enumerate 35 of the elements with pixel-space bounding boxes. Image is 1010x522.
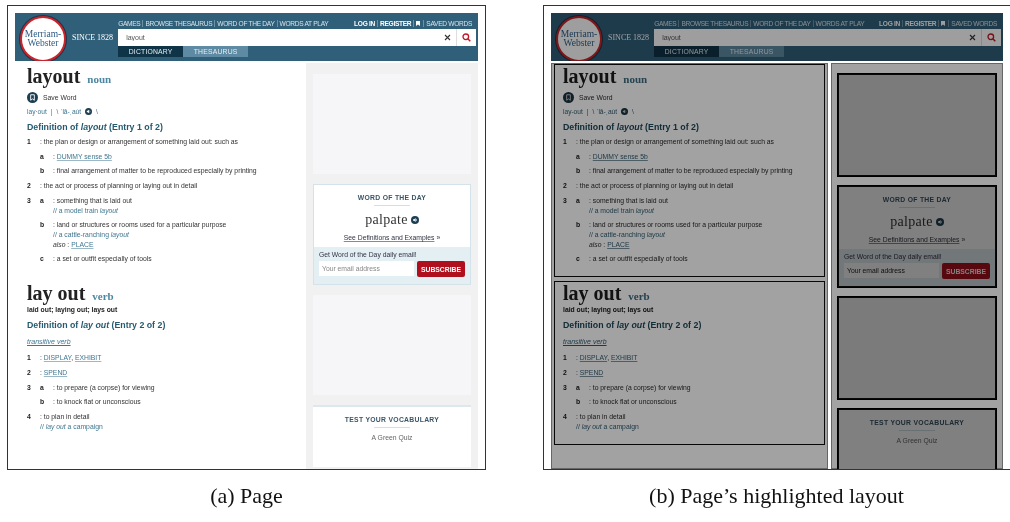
part-of-speech: noun: [87, 73, 112, 85]
definition-heading: Definition of layout (Entry 1 of 2): [27, 122, 164, 132]
speaker-icon[interactable]: [621, 108, 629, 115]
since-text: SINCE 1828: [608, 32, 650, 42]
featured-word: palpate: [365, 212, 408, 228]
definition-heading: Definition of lay out (Entry 2 of 2): [563, 320, 703, 330]
part-of-speech: verb: [628, 290, 650, 302]
clear-button[interactable]: [438, 29, 456, 46]
figure-caption: (b) Page’s highlighted layout: [649, 483, 904, 509]
speaker-icon[interactable]: [85, 108, 93, 115]
bookmark-icon[interactable]: [416, 20, 421, 26]
close-icon: [443, 34, 451, 41]
speaker-icon[interactable]: [410, 216, 419, 224]
headword: lay out: [27, 281, 86, 305]
headword: layout: [563, 64, 617, 88]
close-icon: [968, 34, 976, 41]
search-button[interactable]: [456, 29, 476, 46]
part-of-speech: verb: [92, 290, 114, 302]
bookmark-icon[interactable]: [27, 92, 38, 103]
definition-heading: Definition of lay out (Entry 2 of 2): [27, 320, 167, 330]
bookmark-icon[interactable]: [563, 92, 574, 103]
headword: lay out: [563, 281, 622, 305]
definition-heading: Definition of layout (Entry 1 of 2): [563, 122, 700, 132]
logo-badge[interactable]: Merriam- Webster: [20, 16, 66, 61]
logo-badge[interactable]: Merriam- Webster: [556, 16, 602, 61]
search-icon: [462, 33, 471, 42]
featured-word: palpate: [890, 214, 933, 230]
since-text: SINCE 1828: [72, 32, 114, 42]
search-button[interactable]: [981, 29, 1001, 46]
clear-button[interactable]: [963, 29, 981, 46]
part-of-speech: noun: [623, 73, 648, 85]
search-icon: [987, 33, 996, 42]
headword: layout: [27, 64, 81, 88]
bookmark-icon[interactable]: [941, 20, 946, 26]
figure-caption: (a) Page: [210, 483, 283, 509]
